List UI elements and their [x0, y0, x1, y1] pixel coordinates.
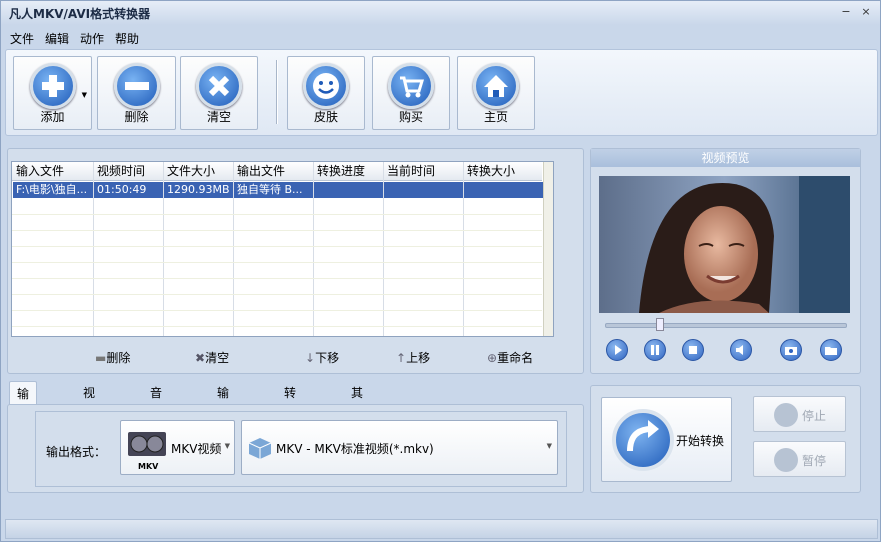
cart-icon [388, 63, 434, 109]
list-clear-label: 清空 [205, 351, 230, 365]
seek-thumb[interactable] [656, 318, 664, 331]
clear-label: 清空 [206, 110, 231, 124]
buy-label: 购买 [398, 110, 423, 124]
x-icon [196, 63, 242, 109]
title-bar: 凡人MKV/AVI格式转换器 − × [1, 1, 880, 25]
tab-video-params[interactable]: 视频参数 [76, 381, 102, 472]
cube-icon [247, 437, 273, 459]
plus-icon [29, 63, 76, 109]
buy-button[interactable]: 购买 [372, 56, 450, 130]
chevron-down-icon: ▼ [546, 442, 552, 450]
convert-arrow-icon [612, 409, 674, 471]
minimize-icon[interactable]: − [839, 6, 853, 18]
move-up-label: 上移 [406, 351, 431, 365]
tab-audio-params[interactable]: 音频参数 [143, 381, 169, 472]
format-panel: 输出格式： MKV MKV视频 ▼ MKV - MKV标准视频(*.mkv) ▼ [35, 411, 567, 487]
list-clear-button[interactable]: ✖清空 [195, 349, 229, 366]
pause-icon[interactable] [644, 339, 666, 361]
add-button[interactable]: ▼ 添加 [13, 56, 92, 130]
minus-icon: ▬ [95, 351, 107, 365]
skin-button[interactable]: 皮肤 [287, 56, 365, 130]
profile-value: MKV - MKV标准视频(*.mkv) [276, 442, 434, 456]
window-title: 凡人MKV/AVI格式转换器 [9, 7, 151, 21]
table-scrollbar[interactable] [543, 162, 553, 336]
rename-button[interactable]: ⊕重命名 [487, 349, 533, 366]
dropdown-arrow-icon[interactable]: ▼ [82, 91, 87, 99]
x-icon: ✖ [195, 351, 206, 365]
remove-label: 删除 [124, 110, 149, 124]
pause-label: 暂停 [802, 454, 827, 468]
seek-slider[interactable] [605, 323, 847, 328]
menu-file[interactable]: 文件 [10, 30, 34, 47]
menu-bar: 文件 编辑 动作 帮助 [1, 27, 880, 47]
rename-label: 重命名 [497, 351, 534, 365]
status-bar [5, 519, 878, 539]
skin-label: 皮肤 [313, 110, 338, 124]
minus-icon [113, 63, 160, 109]
add-label: 添加 [40, 110, 65, 124]
stop-icon[interactable] [682, 339, 704, 361]
toolbar: ▼ 添加 删除 清空 皮肤 购买 主页 [5, 49, 878, 136]
play-icon[interactable] [606, 339, 628, 361]
home-icon [473, 63, 519, 109]
stop-button[interactable]: 停止 [753, 396, 846, 432]
col-converted-size[interactable]: 转换大小 [463, 162, 543, 180]
col-output-file[interactable]: 输出文件 [233, 162, 313, 180]
col-progress[interactable]: 转换进度 [313, 162, 383, 180]
tab-output-dir[interactable]: 输出目录 [210, 381, 236, 472]
start-convert-button[interactable]: 开始转换 [601, 397, 732, 482]
tab-output-format[interactable]: 输出格式 [9, 381, 38, 473]
stop-icon [774, 403, 798, 427]
col-current-time[interactable]: 当前时间 [383, 162, 463, 180]
folder-icon[interactable] [820, 339, 842, 361]
cell-file-size: 1290.93MB [167, 183, 230, 196]
home-label: 主页 [483, 110, 508, 124]
menu-action[interactable]: 动作 [80, 30, 104, 47]
toolbar-separator [276, 60, 278, 124]
pause-icon [774, 448, 798, 472]
menu-help[interactable]: 帮助 [115, 30, 139, 47]
smiley-icon [303, 63, 349, 109]
remove-button[interactable]: 删除 [97, 56, 176, 130]
stop-label: 停止 [802, 409, 827, 423]
camera-icon[interactable] [780, 339, 802, 361]
volume-icon[interactable] [730, 339, 752, 361]
tab-other-settings[interactable]: 其他设置 [344, 381, 370, 472]
profile-select[interactable]: MKV - MKV标准视频(*.mkv) ▼ [241, 420, 558, 475]
col-input-file[interactable]: 输入文件 [12, 162, 92, 180]
video-frame [599, 176, 850, 313]
mkv-icon-text: MKV [138, 462, 159, 471]
crosshair-icon: ⊕ [487, 351, 498, 365]
move-up-button[interactable]: ↑上移 [396, 349, 430, 366]
chevron-down-icon: ▼ [224, 442, 230, 450]
home-button[interactable]: 主页 [457, 56, 535, 130]
move-down-label: 下移 [315, 351, 340, 365]
arrow-down-icon: ↓ [305, 351, 316, 365]
cell-output-file: 独自等待 B... [237, 183, 303, 196]
list-remove-label: 删除 [106, 351, 131, 365]
arrow-up-icon: ↑ [396, 351, 407, 365]
close-icon[interactable]: × [859, 6, 873, 18]
tab-convert-settings[interactable]: 转换设置 [277, 381, 303, 472]
cell-input-file: F:\电影\独自... [16, 183, 88, 196]
preview-panel: 视频预览 [590, 148, 861, 374]
format-label: 输出格式： [46, 445, 107, 459]
clear-button[interactable]: 清空 [180, 56, 258, 130]
list-remove-button[interactable]: ▬删除 [95, 349, 130, 366]
menu-edit[interactable]: 编辑 [45, 30, 69, 47]
cell-video-time: 01:50:49 [97, 183, 147, 196]
mkv-film-icon: MKV [126, 424, 168, 472]
format-type-select[interactable]: MKV MKV视频 ▼ [120, 420, 235, 475]
format-type-value: MKV视频 [171, 442, 222, 456]
preview-title: 视频预览 [591, 149, 860, 167]
pause-button[interactable]: 暂停 [753, 441, 846, 477]
file-table: 输入文件 视频时间 文件大小 输出文件 转换进度 当前时间 转换大小 F:\电影… [11, 161, 554, 337]
col-video-time[interactable]: 视频时间 [93, 162, 163, 180]
move-down-button[interactable]: ↓下移 [305, 349, 339, 366]
app-window: 凡人MKV/AVI格式转换器 − × 文件 编辑 动作 帮助 ▼ 添加 删除 清… [0, 0, 881, 542]
col-file-size[interactable]: 文件大小 [163, 162, 233, 180]
start-convert-label: 开始转换 [676, 434, 725, 448]
